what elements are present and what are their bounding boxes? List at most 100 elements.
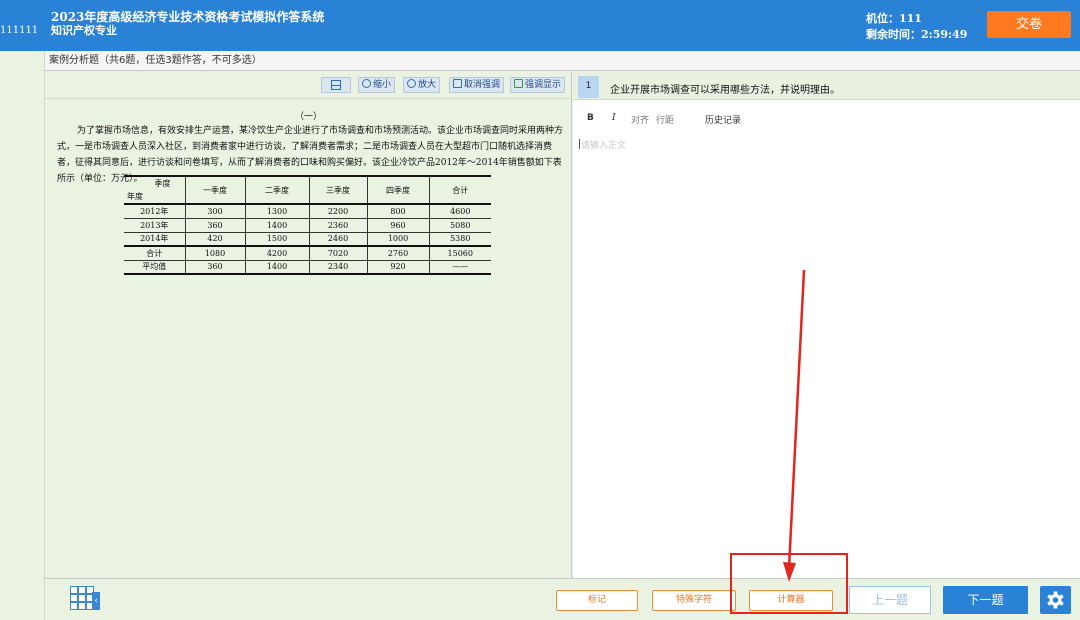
- passage-heading: （一）: [294, 112, 322, 122]
- history-button[interactable]: 历史记录: [705, 113, 741, 126]
- seat-number: 机位：111: [866, 12, 922, 25]
- highlight-label: 强调显示: [525, 80, 562, 90]
- table-cell: 2340: [309, 260, 368, 275]
- table-cell: 4600: [429, 204, 491, 219]
- grid-icon: [70, 586, 78, 594]
- shrink-label: 缩小: [373, 80, 392, 90]
- settings-button[interactable]: [1040, 586, 1071, 614]
- table-cell: 2760: [367, 246, 430, 261]
- corner-bottom-label: 年度: [127, 192, 143, 201]
- column-header: 二季度: [245, 175, 310, 205]
- table-cell: 1400: [245, 218, 310, 233]
- section-instructions: 案例分析题（共6题，任选3题作答，不可多选）: [45, 51, 1080, 71]
- cancel-highlight-button[interactable]: 取消强调: [449, 77, 505, 93]
- table-cell: 360: [185, 260, 246, 275]
- grid-icon: [70, 594, 78, 602]
- table-cell: 1500: [245, 232, 310, 247]
- table-row: 2013年 360 1400 2360 960 5080: [124, 218, 491, 233]
- zoom-out-icon: [362, 79, 371, 88]
- unhighlight-icon: [453, 79, 462, 88]
- remaining-time: 剩余时间：2:59:49: [866, 28, 968, 41]
- sales-table: 季度 年度 一季度 二季度 三季度 四季度 合计 2012年 300 1300 …: [124, 175, 491, 275]
- table-cell: 4200: [245, 246, 310, 261]
- column-header: 一季度: [185, 175, 246, 205]
- table-cell: 960: [367, 218, 430, 233]
- table-cell: 420: [185, 232, 246, 247]
- table-cell: ——: [429, 260, 491, 275]
- table-row: 合计 1080 4200 7020 2760 15060: [124, 246, 491, 261]
- table-cell: 2360: [309, 218, 368, 233]
- row-label: 2012年: [124, 204, 186, 219]
- grid-icon: [78, 602, 86, 610]
- table-cell: 1400: [245, 260, 310, 275]
- table-cell: 5380: [429, 232, 491, 247]
- passage-toolbar: 缩小 放大 取消强调 强调显示: [45, 72, 572, 99]
- special-chars-button[interactable]: 特殊字符: [652, 590, 736, 611]
- italic-button[interactable]: I: [612, 113, 616, 123]
- table-cell: 300: [185, 204, 246, 219]
- layout-toggle-button[interactable]: [321, 77, 351, 93]
- row-label: 合计: [124, 246, 186, 261]
- table-cell: 360: [185, 218, 246, 233]
- grid-icon: [78, 586, 86, 594]
- next-question-button[interactable]: 下一题: [943, 586, 1028, 614]
- answer-panel: 1 企业开展市场调查可以采用哪些方法，并说明理由。 B I 对齐 行距 历史记录…: [573, 72, 1080, 578]
- table-row: 平均值 360 1400 2340 920 ——: [124, 260, 491, 275]
- question-grid-button[interactable]: ‹: [70, 586, 100, 616]
- question-row: 1 企业开展市场调查可以采用哪些方法，并说明理由。: [573, 72, 1080, 100]
- table-cell: 1080: [185, 246, 246, 261]
- candidate-id: 111111: [0, 25, 39, 36]
- grid-icon: [70, 602, 78, 610]
- grid-icon: [78, 594, 86, 602]
- header-bar: 111111 2023年度高级经济专业技术资格考试模拟作答系统 知识产权专业 机…: [0, 0, 1080, 51]
- table-row: 2014年 420 1500 2460 1000 5380: [124, 232, 491, 247]
- enlarge-label: 放大: [418, 80, 437, 90]
- submit-exam-button[interactable]: 交卷: [987, 11, 1071, 38]
- table-cell: 1000: [367, 232, 430, 247]
- table-cell: 7020: [309, 246, 368, 261]
- bottom-bar: ‹ 标记 特殊字符 计算器 上一题 下一题: [45, 578, 1080, 620]
- passage-panel: 缩小 放大 取消强调 强调显示 （一） 为了掌握市场信息，有效安排生产运营，某冷…: [45, 72, 572, 578]
- text-caret: [579, 139, 580, 149]
- align-button[interactable]: 对齐: [631, 113, 649, 126]
- zoom-in-icon: [407, 79, 416, 88]
- table-cell: 2460: [309, 232, 368, 247]
- table-cell: 5080: [429, 218, 491, 233]
- enlarge-font-button[interactable]: 放大: [403, 77, 441, 93]
- question-text: 企业开展市场调查可以采用哪些方法，并说明理由。: [610, 85, 840, 96]
- bold-button[interactable]: B: [587, 113, 594, 123]
- line-spacing-button[interactable]: 行距: [656, 113, 674, 126]
- calculator-button[interactable]: 计算器: [749, 590, 833, 611]
- table-cell: 800: [367, 204, 430, 219]
- table-header-row: 季度 年度 一季度 二季度 三季度 四季度 合计: [124, 175, 491, 205]
- editor-placeholder: 请输入正文: [581, 141, 627, 151]
- table-cell: 15060: [429, 246, 491, 261]
- question-number[interactable]: 1: [578, 76, 599, 98]
- shrink-font-button[interactable]: 缩小: [358, 77, 396, 93]
- specialty-subtitle: 知识产权专业: [51, 24, 117, 37]
- column-header: 三季度: [309, 175, 368, 205]
- table-cell: 2200: [309, 204, 368, 219]
- table-cell: 920: [367, 260, 430, 275]
- table-cell: 1300: [245, 204, 310, 219]
- cancel-highlight-label: 取消强调: [464, 80, 501, 90]
- editor-toolbar: B I 对齐 行距 历史记录: [573, 108, 1080, 128]
- highlight-button[interactable]: 强调显示: [510, 77, 566, 93]
- answer-editor[interactable]: 请输入正文: [579, 138, 1074, 574]
- chevron-left-icon: ‹: [92, 592, 100, 610]
- column-header: 四季度: [367, 175, 430, 205]
- left-strip: [0, 51, 45, 620]
- column-header: 合计: [429, 175, 491, 205]
- table-corner-cell: 季度 年度: [124, 175, 186, 205]
- split-layout-icon: [331, 80, 341, 90]
- table-row: 2012年 300 1300 2200 800 4600: [124, 204, 491, 219]
- row-label: 2013年: [124, 218, 186, 233]
- row-label: 平均值: [124, 260, 186, 275]
- highlight-icon: [514, 79, 523, 88]
- mark-button[interactable]: 标记: [556, 590, 638, 611]
- gear-icon: [1047, 591, 1064, 609]
- exam-app: 111111 2023年度高级经济专业技术资格考试模拟作答系统 知识产权专业 机…: [0, 0, 1080, 620]
- corner-top-label: 季度: [154, 179, 171, 188]
- system-title: 2023年度高级经济专业技术资格考试模拟作答系统: [51, 10, 325, 24]
- prev-question-button[interactable]: 上一题: [849, 586, 931, 614]
